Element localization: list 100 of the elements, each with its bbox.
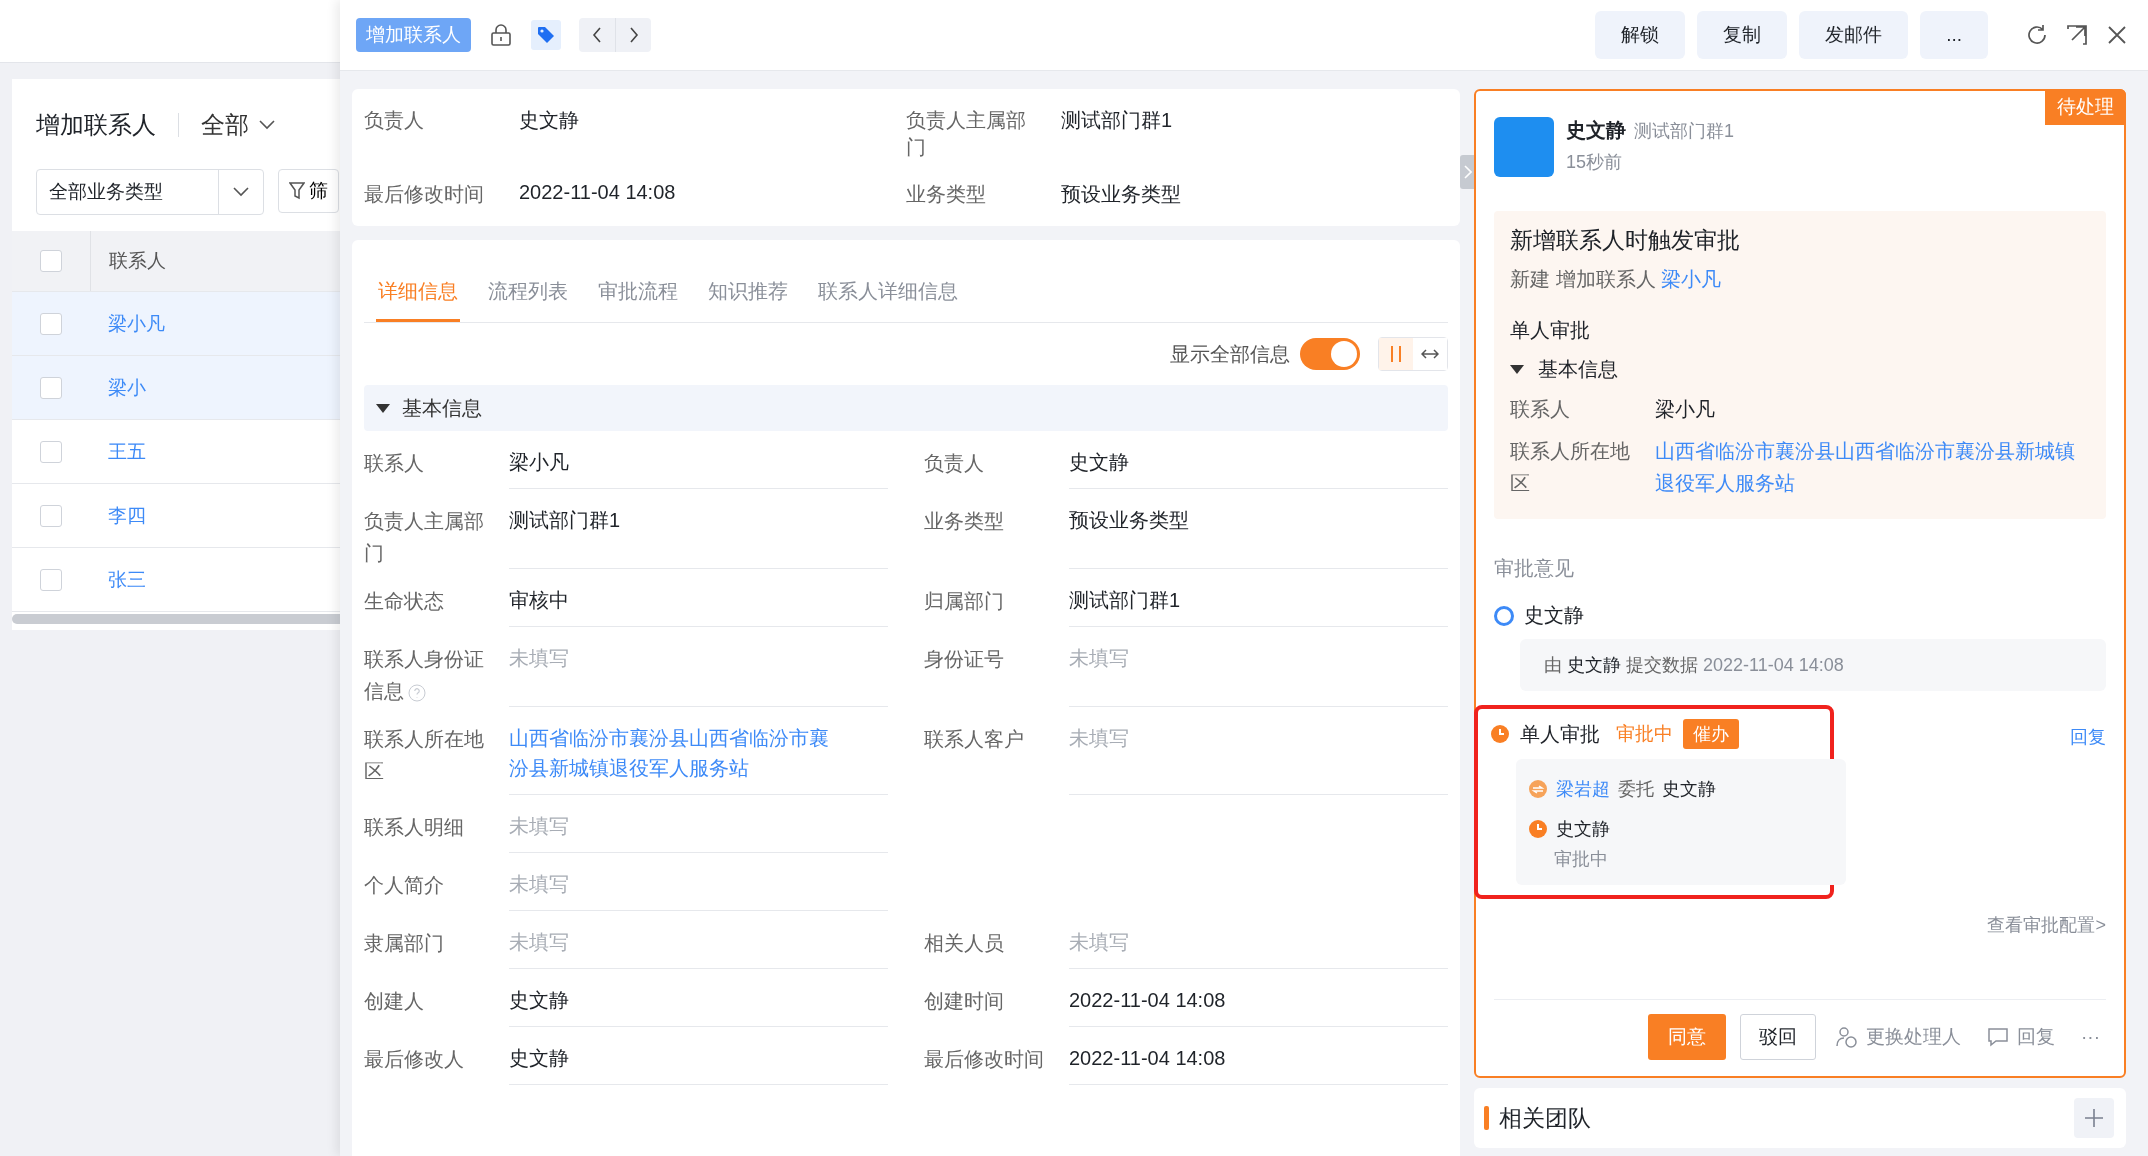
delegator-link[interactable]: 梁岩超 — [1556, 777, 1610, 801]
row-checkbox[interactable] — [40, 312, 62, 335]
lock-icon[interactable] — [489, 23, 513, 47]
select-all-checkbox[interactable] — [40, 250, 62, 272]
row-checkbox[interactable] — [40, 568, 62, 591]
approver-status: 审批中 — [1554, 848, 1609, 871]
approver-name: 史文静 — [1556, 818, 1610, 841]
field-value: 审核中 — [509, 585, 888, 627]
change-handler-button[interactable]: 更换处理人 — [1830, 1024, 1967, 1050]
field-label: 身份证号 — [924, 647, 1005, 672]
section-header[interactable]: 基本信息 — [364, 385, 1448, 431]
field-value: 梁小凡 — [1655, 397, 1715, 422]
object-type-badge: 增加联系人 — [356, 18, 471, 52]
field-value: 预设业务类型 — [1069, 505, 1448, 569]
submission-note: 由 史文静 提交数据 2022-11-04 14:08 — [1520, 639, 2106, 691]
action-button[interactable]: 解锁 — [1595, 11, 1686, 59]
close-icon[interactable] — [2106, 24, 2128, 46]
summary-value: 2022-11-04 14:08 — [519, 181, 676, 205]
row-checkbox[interactable] — [40, 504, 62, 527]
tab[interactable]: 知识推荐 — [706, 260, 790, 322]
contact-row[interactable]: 李四 — [12, 484, 340, 548]
chevron-right-icon — [628, 27, 639, 43]
filter-icon — [289, 182, 305, 200]
expand-icon[interactable] — [2066, 24, 2088, 46]
field-link[interactable]: 山西省临汾市襄汾县山西省临汾市襄汾县新城镇退役军人服务站 — [1655, 435, 2090, 499]
field-label: 联系人明细 — [364, 815, 465, 840]
field-value: 未填写 — [509, 927, 888, 969]
field-link[interactable]: 山西省临汾市襄汾县山西省临汾市襄汾县新城镇退役军人服务站 — [509, 723, 888, 795]
approval-subtitle: 新建 增加联系人 — [1510, 268, 1656, 290]
field-label: 归属部门 — [924, 589, 1005, 614]
field-label: 隶属部门 — [364, 931, 445, 956]
row-checkbox[interactable] — [40, 376, 62, 399]
timestamp: 15秒前 — [1566, 151, 1624, 174]
view-config-link[interactable]: 查看审批配置> — [1987, 915, 2106, 935]
more-button[interactable]: ··· — [2075, 1026, 2106, 1048]
filter-button[interactable]: 筛 — [278, 169, 339, 213]
field-label: 最后修改人 — [364, 1047, 465, 1072]
person-icon — [1836, 1026, 1858, 1048]
approve-button[interactable]: 同意 — [1648, 1014, 1726, 1060]
tab[interactable]: 详细信息 — [376, 260, 460, 322]
contact-row[interactable]: 梁小凡 — [12, 292, 340, 356]
action-button[interactable]: ... — [1920, 11, 1988, 59]
field-value: 测试部门群1 — [509, 505, 888, 569]
field-value: 梁小凡 — [509, 447, 888, 489]
field-value: 测试部门群1 — [1069, 585, 1448, 627]
contact-row[interactable]: 张三 — [12, 548, 340, 612]
section-toggle[interactable]: 基本信息 — [1510, 356, 1618, 383]
record-link[interactable]: 梁小凡 — [1661, 268, 1722, 290]
contact-row[interactable]: 王五 — [12, 420, 340, 484]
opinions-heading: 审批意见 — [1494, 556, 1575, 581]
contact-link[interactable]: 王五 — [90, 438, 146, 465]
scope-dropdown[interactable]: 全部 — [201, 109, 275, 141]
chevron-down-icon — [259, 120, 275, 130]
field-value: 2022-11-04 14:08 — [1069, 1043, 1448, 1085]
user-name: 史文静 — [1566, 119, 1626, 141]
field-label: 联系人所在地区 — [1510, 439, 1631, 496]
contact-link[interactable]: 梁小凡 — [90, 310, 165, 337]
two-column-icon[interactable] — [1379, 338, 1413, 370]
row-checkbox[interactable] — [40, 440, 62, 463]
contact-link[interactable]: 张三 — [90, 566, 146, 593]
reply-link[interactable]: 回复 — [2070, 725, 2106, 749]
reply-button[interactable]: 回复 — [1981, 1024, 2061, 1050]
business-type-select[interactable]: 全部业务类型 — [36, 169, 264, 215]
help-icon[interactable] — [408, 683, 426, 702]
field-label: 负责人主属部门 — [364, 509, 485, 566]
summary-label: 最后修改时间 — [364, 182, 485, 207]
horizontal-scrollbar[interactable] — [12, 614, 340, 624]
tab[interactable]: 流程列表 — [486, 260, 570, 322]
column-header: 联系人 — [108, 249, 166, 273]
field-label: 负责人 — [924, 451, 985, 476]
avatar — [1494, 117, 1554, 177]
tag-icon[interactable] — [531, 20, 561, 50]
field-value: 未填写 — [509, 811, 888, 853]
reject-button[interactable]: 驳回 — [1740, 1014, 1816, 1060]
clock-icon — [1490, 724, 1510, 744]
field-label: 业务类型 — [924, 509, 1005, 534]
field-value: 史文静 — [509, 985, 888, 1027]
action-button[interactable]: 发邮件 — [1799, 11, 1909, 59]
add-icon[interactable] — [2074, 1098, 2114, 1138]
contact-link[interactable]: 李四 — [90, 502, 146, 529]
show-all-switch[interactable] — [1300, 338, 1360, 370]
contact-link[interactable]: 梁小 — [90, 374, 146, 401]
field-label: 联系人所在地区 — [364, 727, 485, 784]
summary-value: 预设业务类型 — [1061, 182, 1181, 207]
step-status: 审批中 — [1616, 722, 1673, 746]
field-value: 未填写 — [509, 869, 888, 911]
urge-button[interactable]: 催办 — [1683, 719, 1739, 749]
tab[interactable]: 审批流程 — [596, 260, 680, 322]
tab[interactable]: 联系人详细信息 — [816, 260, 960, 322]
summary-value: 测试部门群1 — [1061, 108, 1173, 133]
contact-row[interactable]: 梁小 — [12, 356, 340, 420]
chevron-left-icon — [592, 27, 602, 43]
list-title: 增加联系人 — [36, 110, 156, 140]
summary-label: 业务类型 — [906, 182, 987, 207]
action-button[interactable]: 复制 — [1697, 11, 1788, 59]
field-value: 史文静 — [1069, 447, 1448, 489]
step-name: 单人审批 — [1510, 318, 1591, 343]
refresh-icon[interactable] — [2026, 24, 2048, 46]
summary-label: 负责人 — [364, 108, 425, 133]
field-value: 未填写 — [1069, 927, 1448, 969]
